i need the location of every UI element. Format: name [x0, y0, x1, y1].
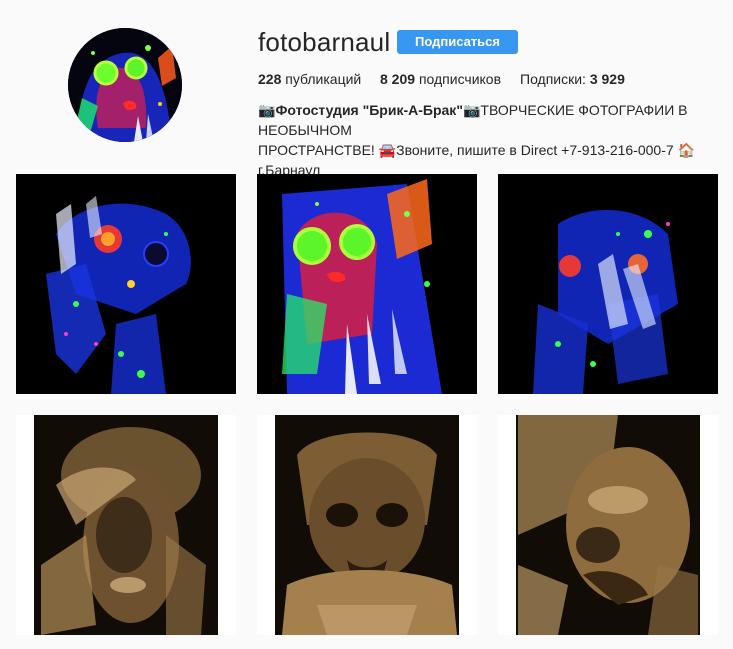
- sepia-portrait-photo-icon: [257, 415, 477, 635]
- profile-bio: 📷Фотостудия "Брик-А-Брак"📷ТВОРЧЕСКИЕ ФОТ…: [258, 100, 718, 180]
- studio-name: Фотостудия "Брик-А-Брак": [275, 102, 463, 118]
- avatar-neon-portrait-icon: [68, 28, 182, 142]
- profile-header: fotobarnaul Подписаться 228 публикаций 8…: [0, 0, 733, 178]
- neon-portrait-photo-icon: [257, 174, 477, 394]
- car-emoji-icon: 🚘: [378, 142, 397, 158]
- sepia-portrait-photo-icon: [16, 415, 236, 635]
- sepia-portrait-photo-icon: [498, 415, 718, 635]
- following-stat[interactable]: Подписки: 3 929: [520, 71, 625, 87]
- posts-count: 228: [258, 71, 282, 87]
- post-tile[interactable]: [257, 174, 477, 394]
- profile-username: fotobarnaul: [258, 27, 391, 57]
- camera-emoji-icon: 📷: [258, 102, 276, 118]
- post-tile[interactable]: [16, 415, 236, 635]
- post-tile[interactable]: [498, 415, 718, 635]
- house-emoji-icon: 🏠: [677, 142, 695, 158]
- following-count: 3 929: [589, 71, 625, 87]
- post-tile[interactable]: [498, 174, 718, 394]
- profile-avatar[interactable]: [68, 28, 182, 142]
- bio-contact: Звоните, пишите в Direct +7-913-216-000-…: [396, 142, 678, 158]
- post-tile[interactable]: [16, 174, 236, 394]
- followers-stat[interactable]: 8 209 подписчиков: [380, 71, 501, 87]
- follow-button[interactable]: Подписаться: [397, 30, 518, 54]
- followers-label: подписчиков: [418, 71, 502, 87]
- bio-line-2: ПРОСТРАНСТВЕ!: [258, 142, 379, 158]
- posts-stat: 228 публикаций: [258, 71, 361, 87]
- following-label: Подписки:: [520, 71, 586, 87]
- camera-emoji-icon: 📷: [462, 102, 481, 118]
- neon-portrait-photo-icon: [16, 174, 236, 394]
- neon-portrait-photo-icon: [498, 174, 718, 394]
- post-tile[interactable]: [257, 415, 477, 635]
- followers-count: 8 209: [380, 71, 416, 87]
- posts-label: публикаций: [285, 71, 362, 87]
